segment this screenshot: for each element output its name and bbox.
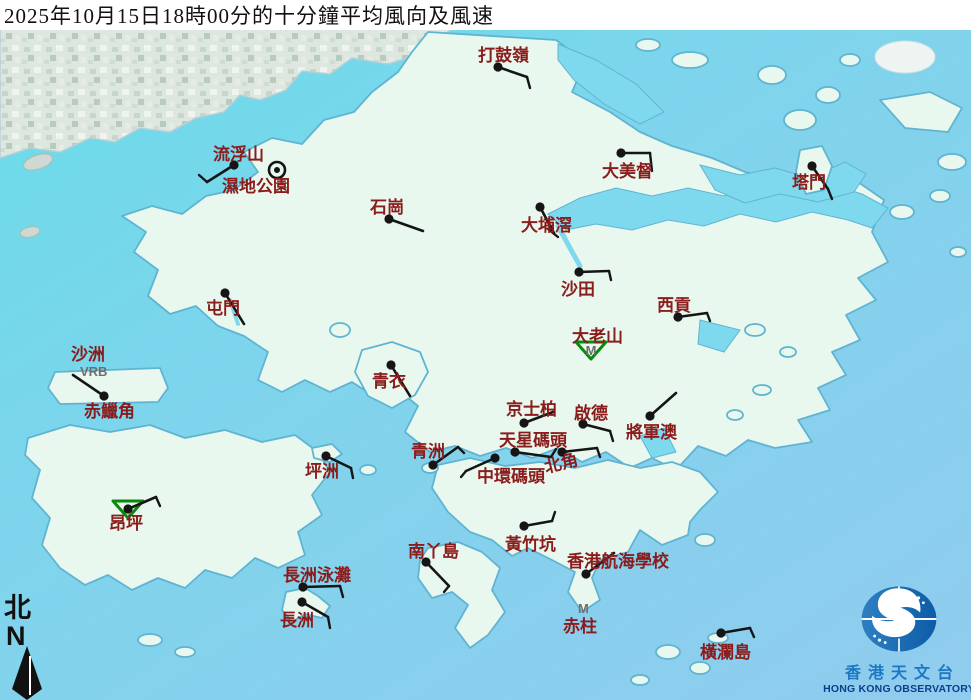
station-label: 天星碼頭 xyxy=(499,431,568,450)
station-label: 沙洲 xyxy=(71,345,105,364)
station-note: M xyxy=(578,601,589,616)
station-label: 沙田 xyxy=(561,280,595,299)
station-dot xyxy=(535,202,544,211)
station-note: VRB xyxy=(80,364,107,379)
station-dot xyxy=(123,504,132,513)
station-label: 南丫島 xyxy=(408,541,459,561)
station-label: 昂坪 xyxy=(109,514,143,533)
station-dot xyxy=(321,451,330,460)
hko-logo-icon xyxy=(843,580,955,658)
station-label: 青衣 xyxy=(372,371,406,391)
station-label: 大埔滘 xyxy=(521,215,572,235)
station-label: 西貢 xyxy=(657,296,691,315)
station-dot xyxy=(297,597,306,606)
station-dot xyxy=(716,628,725,637)
station-note: M xyxy=(586,343,597,358)
station-label: 赤鱲角 xyxy=(84,401,135,421)
hko-logo: 香港天文台 HONG KONG OBSERVATORY xyxy=(829,580,969,698)
station-label: 赤柱 xyxy=(563,616,597,636)
hko-logo-cjk: 香港天文台 xyxy=(838,659,960,683)
station-label: 香港航海學校 xyxy=(567,551,670,571)
station-dot xyxy=(645,411,654,420)
station-label: 塔門 xyxy=(792,172,826,192)
station-label: 啟德 xyxy=(574,403,608,423)
station-label: 大老山 xyxy=(572,326,623,346)
hko-logo-en: HONG KONG OBSERVATORY xyxy=(823,683,971,695)
station-dot xyxy=(807,161,816,170)
station-label: 石崗 xyxy=(369,198,404,217)
station-label: 橫瀾島 xyxy=(700,642,751,662)
station-dot xyxy=(519,418,528,427)
station-label: 中環碼頭 xyxy=(477,466,546,486)
calm-wind-center-dot xyxy=(274,167,280,173)
station-label: 長洲泳灘 xyxy=(283,565,351,585)
hong-kong-map: 流浮山濕地公園打鼓嶺塔門大美督石崗大埔滘沙田西貢大老山M屯門沙洲VRB赤鱲角青衣… xyxy=(0,0,971,700)
station-label: 京士柏 xyxy=(506,399,557,419)
station-label: 屯門 xyxy=(206,298,240,318)
station-label: 坪洲 xyxy=(305,462,339,481)
airport-island xyxy=(48,368,168,404)
station-dot xyxy=(386,360,395,369)
station-label: 流浮山 xyxy=(213,144,264,164)
station-dot xyxy=(519,521,528,530)
station-dot xyxy=(490,453,499,462)
station-label: 打鼓嶺 xyxy=(478,45,529,65)
title-bar: 2025年10月15日18時00分的十分鐘平均風向及風速 xyxy=(0,0,971,30)
station-dot xyxy=(220,288,229,297)
station-label: 青洲 xyxy=(411,441,445,461)
station-label: 黃竹坑 xyxy=(504,534,556,554)
north-letter: N xyxy=(6,621,26,651)
north-cjk-label: 北 xyxy=(4,593,31,623)
station-label: 濕地公園 xyxy=(222,176,290,196)
wind-barb-shaft xyxy=(303,586,340,587)
station-dot xyxy=(428,460,437,469)
station-dot xyxy=(99,391,108,400)
station-dot xyxy=(616,148,625,157)
station-label: 將軍澳 xyxy=(626,422,678,442)
station-label: 長洲 xyxy=(280,611,314,630)
station-dot xyxy=(574,267,583,276)
map-title: 2025年10月15日18時00分的十分鐘平均風向及風速 xyxy=(0,0,494,30)
wind-map-screen: 流浮山濕地公園打鼓嶺塔門大美督石崗大埔滘沙田西貢大老山M屯門沙洲VRB赤鱲角青衣… xyxy=(0,0,971,700)
station-label: 大美督 xyxy=(602,161,653,181)
